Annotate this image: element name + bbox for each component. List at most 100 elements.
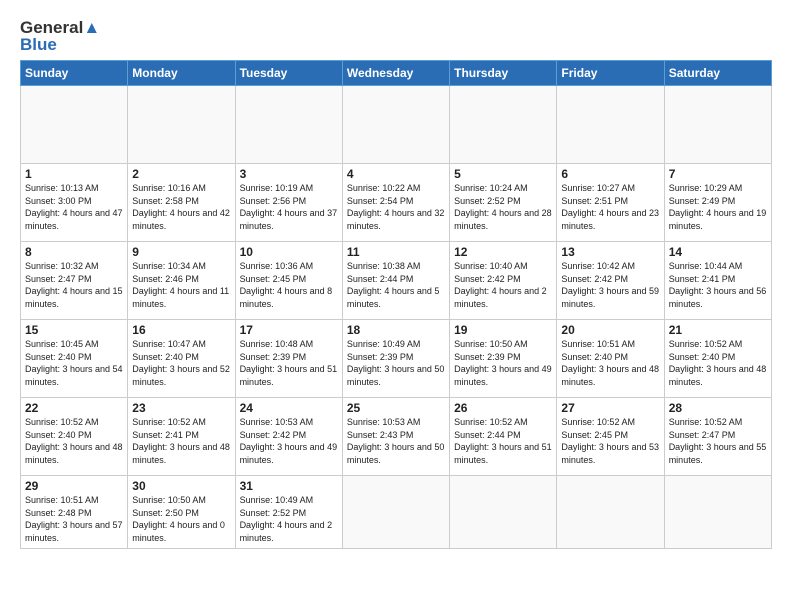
- daylight-label: Daylight: 4 hours and 5 minutes.: [347, 286, 440, 309]
- calendar-day-cell: [664, 476, 771, 548]
- sunset-label: Sunset: 2:52 PM: [454, 196, 521, 206]
- sunset-label: Sunset: 2:47 PM: [25, 274, 92, 284]
- day-number: 20: [561, 323, 659, 337]
- calendar-day-cell: 24 Sunrise: 10:53 AM Sunset: 2:42 PM Day…: [235, 398, 342, 476]
- calendar-week-row: 22 Sunrise: 10:52 AM Sunset: 2:40 PM Day…: [21, 398, 772, 476]
- day-info: Sunrise: 10:51 AM Sunset: 2:40 PM Daylig…: [561, 338, 659, 388]
- calendar-day-cell: 12 Sunrise: 10:40 AM Sunset: 2:42 PM Day…: [450, 242, 557, 320]
- sunrise-label: Sunrise: 10:52 AM: [25, 417, 99, 427]
- sunset-label: Sunset: 2:56 PM: [240, 196, 307, 206]
- sunrise-label: Sunrise: 10:52 AM: [669, 339, 743, 349]
- day-info: Sunrise: 10:36 AM Sunset: 2:45 PM Daylig…: [240, 260, 338, 310]
- calendar-day-cell: [342, 476, 449, 548]
- calendar-day-cell: 1 Sunrise: 10:13 AM Sunset: 3:00 PM Dayl…: [21, 164, 128, 242]
- daylight-label: Daylight: 4 hours and 0 minutes.: [132, 520, 225, 543]
- calendar-day-cell: [128, 86, 235, 164]
- calendar-day-cell: [664, 86, 771, 164]
- calendar-day-cell: 27 Sunrise: 10:52 AM Sunset: 2:45 PM Day…: [557, 398, 664, 476]
- sunrise-label: Sunrise: 10:38 AM: [347, 261, 421, 271]
- day-info: Sunrise: 10:22 AM Sunset: 2:54 PM Daylig…: [347, 182, 445, 232]
- day-info: Sunrise: 10:52 AM Sunset: 2:40 PM Daylig…: [669, 338, 767, 388]
- day-number: 19: [454, 323, 552, 337]
- logo-blue: Blue: [20, 36, 57, 55]
- sunset-label: Sunset: 2:45 PM: [561, 430, 628, 440]
- sunrise-label: Sunrise: 10:29 AM: [669, 183, 743, 193]
- sunset-label: Sunset: 2:39 PM: [240, 352, 307, 362]
- day-info: Sunrise: 10:52 AM Sunset: 2:40 PM Daylig…: [25, 416, 123, 466]
- sunset-label: Sunset: 2:46 PM: [132, 274, 199, 284]
- daylight-label: Daylight: 3 hours and 50 minutes.: [347, 442, 445, 465]
- sunrise-label: Sunrise: 10:52 AM: [454, 417, 528, 427]
- sunset-label: Sunset: 2:48 PM: [25, 508, 92, 518]
- daylight-label: Daylight: 3 hours and 48 minutes.: [561, 364, 659, 387]
- calendar-day-cell: 20 Sunrise: 10:51 AM Sunset: 2:40 PM Day…: [557, 320, 664, 398]
- daylight-label: Daylight: 3 hours and 51 minutes.: [240, 364, 338, 387]
- calendar-day-cell: 28 Sunrise: 10:52 AM Sunset: 2:47 PM Day…: [664, 398, 771, 476]
- day-info: Sunrise: 10:53 AM Sunset: 2:42 PM Daylig…: [240, 416, 338, 466]
- calendar-week-row: 29 Sunrise: 10:51 AM Sunset: 2:48 PM Day…: [21, 476, 772, 548]
- sunrise-label: Sunrise: 10:51 AM: [561, 339, 635, 349]
- sunrise-label: Sunrise: 10:45 AM: [25, 339, 99, 349]
- sunrise-label: Sunrise: 10:52 AM: [561, 417, 635, 427]
- sunset-label: Sunset: 2:47 PM: [669, 430, 736, 440]
- day-number: 1: [25, 167, 123, 181]
- day-number: 13: [561, 245, 659, 259]
- daylight-label: Daylight: 4 hours and 37 minutes.: [240, 208, 338, 231]
- calendar-day-cell: 15 Sunrise: 10:45 AM Sunset: 2:40 PM Day…: [21, 320, 128, 398]
- sunset-label: Sunset: 3:00 PM: [25, 196, 92, 206]
- sunrise-label: Sunrise: 10:48 AM: [240, 339, 314, 349]
- sunset-label: Sunset: 2:50 PM: [132, 508, 199, 518]
- day-info: Sunrise: 10:52 AM Sunset: 2:45 PM Daylig…: [561, 416, 659, 466]
- calendar-weekday-header: Monday: [128, 61, 235, 86]
- calendar-day-cell: 31 Sunrise: 10:49 AM Sunset: 2:52 PM Day…: [235, 476, 342, 548]
- calendar-day-cell: [450, 476, 557, 548]
- day-info: Sunrise: 10:32 AM Sunset: 2:47 PM Daylig…: [25, 260, 123, 310]
- calendar-day-cell: 26 Sunrise: 10:52 AM Sunset: 2:44 PM Day…: [450, 398, 557, 476]
- day-number: 18: [347, 323, 445, 337]
- daylight-label: Daylight: 4 hours and 32 minutes.: [347, 208, 445, 231]
- day-number: 9: [132, 245, 230, 259]
- day-info: Sunrise: 10:48 AM Sunset: 2:39 PM Daylig…: [240, 338, 338, 388]
- sunset-label: Sunset: 2:41 PM: [669, 274, 736, 284]
- day-number: 7: [669, 167, 767, 181]
- sunrise-label: Sunrise: 10:49 AM: [347, 339, 421, 349]
- daylight-label: Daylight: 3 hours and 51 minutes.: [454, 442, 552, 465]
- day-info: Sunrise: 10:13 AM Sunset: 3:00 PM Daylig…: [25, 182, 123, 232]
- daylight-label: Daylight: 4 hours and 42 minutes.: [132, 208, 230, 231]
- sunset-label: Sunset: 2:41 PM: [132, 430, 199, 440]
- sunset-label: Sunset: 2:49 PM: [669, 196, 736, 206]
- daylight-label: Daylight: 3 hours and 52 minutes.: [132, 364, 230, 387]
- calendar-day-cell: [21, 86, 128, 164]
- calendar-weekday-header: Wednesday: [342, 61, 449, 86]
- sunset-label: Sunset: 2:39 PM: [347, 352, 414, 362]
- day-info: Sunrise: 10:34 AM Sunset: 2:46 PM Daylig…: [132, 260, 230, 310]
- day-info: Sunrise: 10:47 AM Sunset: 2:40 PM Daylig…: [132, 338, 230, 388]
- day-number: 8: [25, 245, 123, 259]
- logo: General▲ Blue: [20, 18, 100, 54]
- day-info: Sunrise: 10:49 AM Sunset: 2:39 PM Daylig…: [347, 338, 445, 388]
- daylight-label: Daylight: 4 hours and 11 minutes.: [132, 286, 229, 309]
- sunrise-label: Sunrise: 10:24 AM: [454, 183, 528, 193]
- sunset-label: Sunset: 2:40 PM: [25, 430, 92, 440]
- day-info: Sunrise: 10:44 AM Sunset: 2:41 PM Daylig…: [669, 260, 767, 310]
- day-number: 21: [669, 323, 767, 337]
- day-number: 31: [240, 479, 338, 493]
- sunrise-label: Sunrise: 10:32 AM: [25, 261, 99, 271]
- sunrise-label: Sunrise: 10:44 AM: [669, 261, 743, 271]
- calendar-day-cell: [557, 86, 664, 164]
- daylight-label: Daylight: 4 hours and 2 minutes.: [454, 286, 547, 309]
- calendar-weekday-header: Saturday: [664, 61, 771, 86]
- day-number: 29: [25, 479, 123, 493]
- calendar-day-cell: 14 Sunrise: 10:44 AM Sunset: 2:41 PM Day…: [664, 242, 771, 320]
- day-info: Sunrise: 10:50 AM Sunset: 2:39 PM Daylig…: [454, 338, 552, 388]
- day-info: Sunrise: 10:49 AM Sunset: 2:52 PM Daylig…: [240, 494, 338, 544]
- day-number: 15: [25, 323, 123, 337]
- day-info: Sunrise: 10:27 AM Sunset: 2:51 PM Daylig…: [561, 182, 659, 232]
- sunset-label: Sunset: 2:42 PM: [240, 430, 307, 440]
- daylight-label: Daylight: 3 hours and 59 minutes.: [561, 286, 659, 309]
- sunset-label: Sunset: 2:40 PM: [669, 352, 736, 362]
- daylight-label: Daylight: 3 hours and 48 minutes.: [132, 442, 230, 465]
- day-info: Sunrise: 10:40 AM Sunset: 2:42 PM Daylig…: [454, 260, 552, 310]
- sunset-label: Sunset: 2:58 PM: [132, 196, 199, 206]
- calendar-header-row: SundayMondayTuesdayWednesdayThursdayFrid…: [21, 61, 772, 86]
